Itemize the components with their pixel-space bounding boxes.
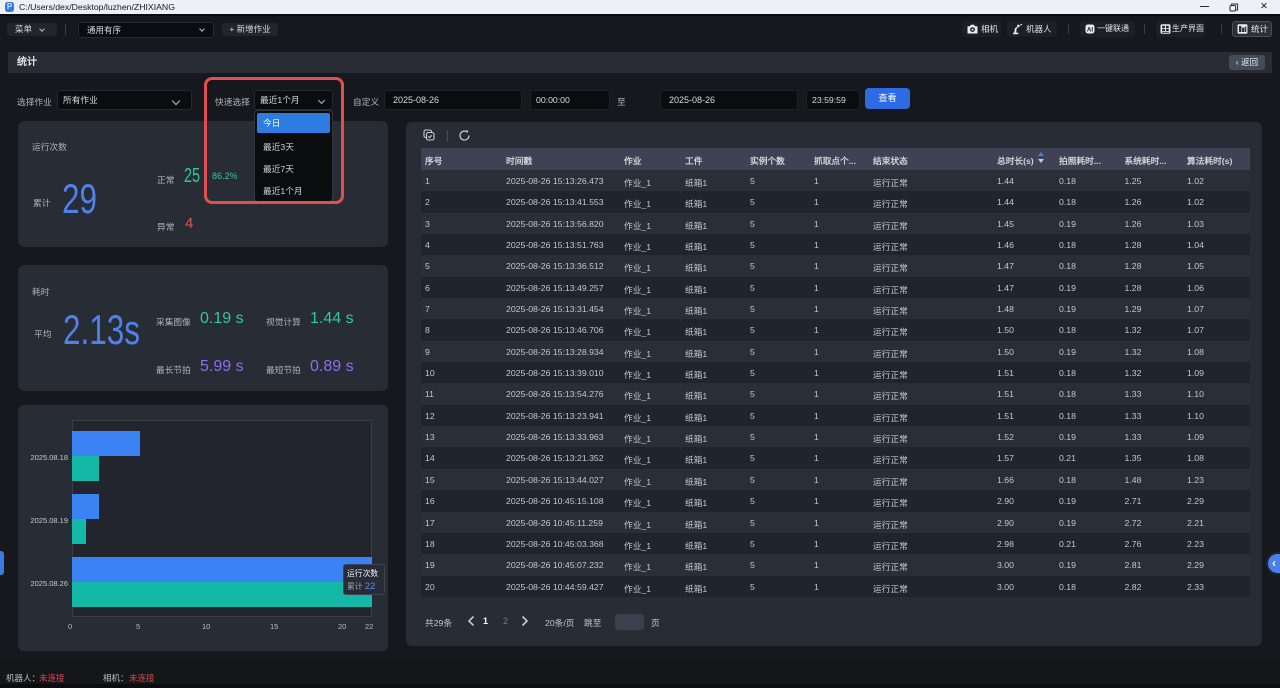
svg-text:AI: AI	[1087, 26, 1093, 33]
